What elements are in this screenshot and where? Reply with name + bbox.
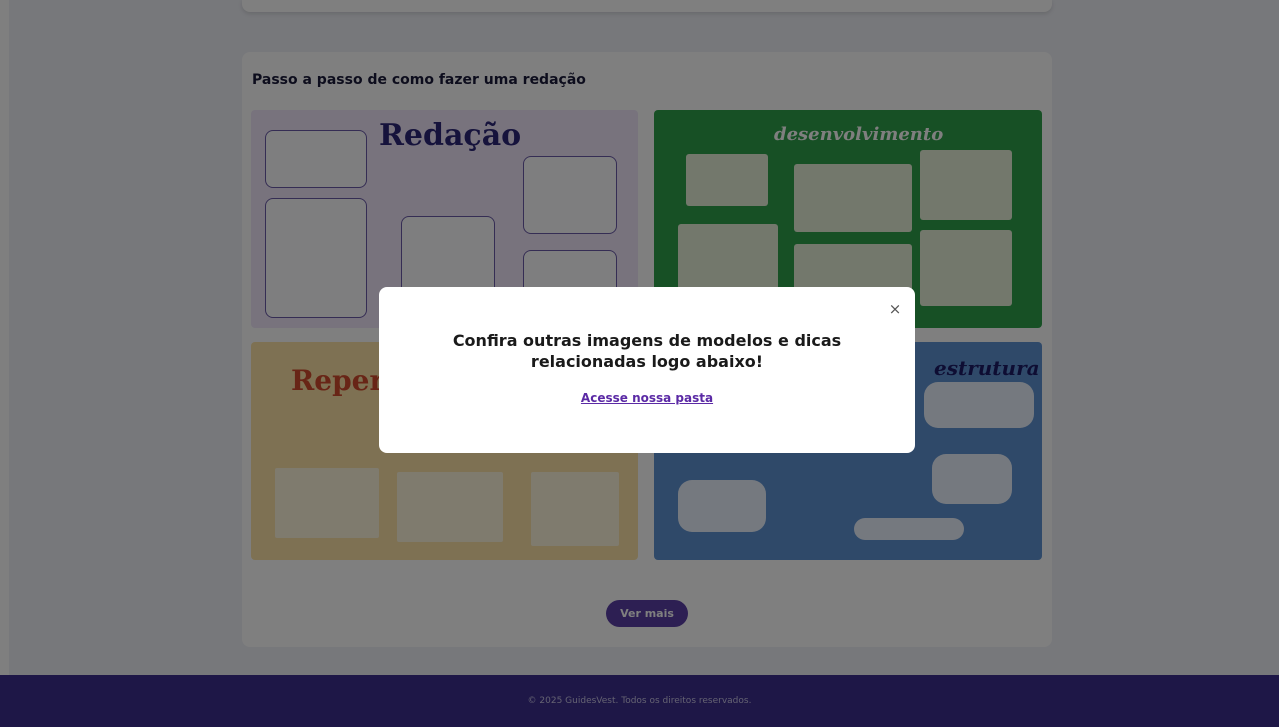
close-icon[interactable]: × — [888, 301, 902, 317]
modal-title: Confira outras imagens de modelos e dica… — [452, 331, 842, 371]
related-images-modal: × Confira outras imagens de modelos e di… — [379, 287, 915, 453]
folder-link[interactable]: Acesse nossa pasta — [379, 391, 915, 405]
